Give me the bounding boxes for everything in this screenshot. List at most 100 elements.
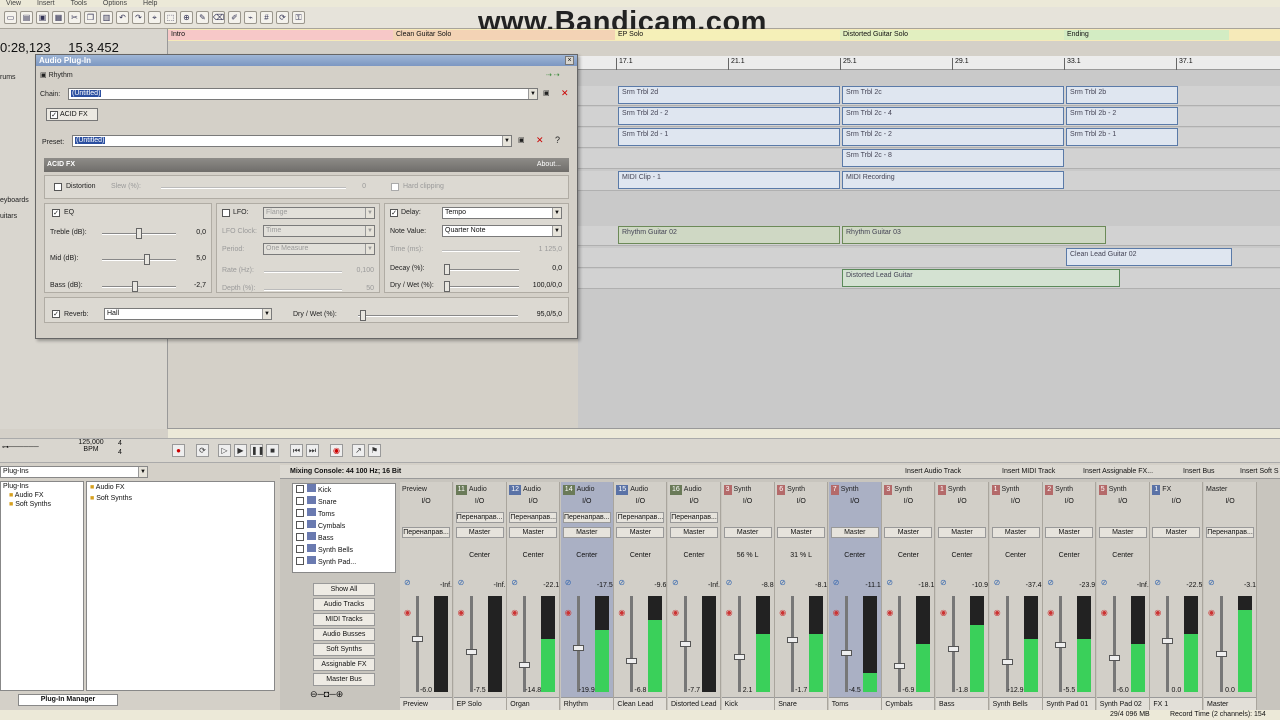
pan-value[interactable]: Center [882, 552, 934, 559]
volume-fader[interactable] [787, 596, 799, 692]
copy-icon[interactable]: ❐ [84, 11, 97, 24]
chain-field[interactable]: (Untitled) ▼ [68, 88, 538, 100]
slew-slider[interactable] [161, 187, 346, 189]
insert-bus-button[interactable]: Insert Bus [1183, 465, 1215, 479]
tree-item-plugins[interactable]: Plug-Ins [1, 482, 83, 491]
clip-event[interactable]: Srm Trbl 2d - 1 [618, 128, 840, 146]
mixer-track-list-item[interactable]: Bass [293, 532, 395, 544]
io-button[interactable]: I/O [454, 498, 506, 505]
note-value-select[interactable]: Quarter Note ▼ [442, 225, 562, 237]
redo-icon[interactable]: ↷ [132, 11, 145, 24]
strip-track-name[interactable]: Snare [775, 697, 828, 710]
strip-track-name[interactable]: Distorted Lead [668, 697, 720, 710]
volume-fader[interactable] [1108, 596, 1120, 692]
pan-value[interactable]: Center [454, 552, 506, 559]
output-routing[interactable]: Перенаправ... [1206, 527, 1254, 538]
audio-clip[interactable]: Rhythm Guitar 03 [842, 226, 1106, 244]
zoom-tool-icon[interactable]: ⊕ [180, 11, 193, 24]
track-visibility-checkbox[interactable] [296, 545, 304, 553]
output-routing[interactable]: Master [884, 527, 933, 538]
plugin-chain-icon[interactable]: ⇢ ⇢ [546, 71, 560, 79]
mixer-view-soft-synths-button[interactable]: Soft Synths [313, 643, 375, 656]
decay-slider[interactable] [444, 264, 519, 275]
mixer-track-list-item[interactable]: Cymbals [293, 520, 395, 532]
mixer-view-assignable-fx-button[interactable]: Assignable FX [313, 658, 375, 671]
marker-distorted-guitar-solo[interactable]: Distorted Guitar Solo [840, 30, 1064, 40]
treble-slider[interactable] [102, 228, 176, 239]
save-icon[interactable]: ▣ [36, 11, 49, 24]
io-button[interactable]: I/O [882, 498, 934, 505]
track-visibility-checkbox[interactable] [296, 497, 304, 505]
midi-clip[interactable]: MIDI Clip - 1 [618, 171, 840, 189]
eq-checkbox[interactable]: ✓ [52, 209, 60, 217]
volume-fader[interactable] [733, 596, 745, 692]
strip-track-name[interactable]: Organ [507, 697, 560, 710]
undo-icon[interactable]: ↶ [116, 11, 129, 24]
delay-select[interactable]: Tempo ▼ [442, 207, 562, 219]
fx-icon[interactable]: ⊘ [565, 578, 572, 587]
clip-event[interactable]: Srm Trbl 2c - 2 [842, 128, 1064, 146]
marker-clean-guitar-solo[interactable]: Clean Guitar Solo [393, 30, 615, 40]
open-icon[interactable]: ▤ [20, 11, 33, 24]
track-label-guitars[interactable]: uitars [0, 213, 17, 220]
insert-assignable-fx-button[interactable]: Insert Assignable FX... [1083, 465, 1153, 479]
mixer-zoom-control[interactable]: ⊖─◘─⊕ [310, 689, 343, 700]
track-label-drums[interactable]: rums [0, 74, 16, 81]
clip-event[interactable]: Srm Trbl 2d [618, 86, 840, 104]
lock-icon[interactable]: ⚿ [292, 11, 305, 24]
mixer-track-list-item[interactable]: Snare [293, 496, 395, 508]
reverb-drywet-slider[interactable] [358, 310, 518, 321]
paste-icon[interactable]: ▥ [100, 11, 113, 24]
io-button[interactable]: I/O [775, 498, 827, 505]
drywet-slider[interactable] [444, 281, 519, 292]
send-routing[interactable]: Перенаправ... [509, 512, 558, 523]
insert-audio-track-button[interactable]: Insert Audio Track [905, 465, 961, 479]
menu-options[interactable]: Options [103, 0, 127, 7]
distortion-checkbox[interactable] [54, 183, 62, 191]
pan-value[interactable]: Center [561, 552, 613, 559]
record-arm-icon[interactable]: ◉ [833, 608, 840, 617]
strip-header[interactable]: 1 Synth [991, 485, 1040, 495]
hard-clipping-checkbox[interactable] [391, 183, 399, 191]
output-routing[interactable]: Master [616, 527, 665, 538]
io-button[interactable]: I/O [561, 498, 613, 505]
io-button[interactable]: I/O [722, 498, 774, 505]
record-arm-icon[interactable]: ◉ [779, 608, 786, 617]
tab-acid-fx[interactable]: ✓ ACID FX [46, 108, 98, 121]
output-routing[interactable]: Master [562, 527, 611, 538]
menu-tools[interactable]: Tools [71, 0, 87, 7]
track-visibility-checkbox[interactable] [296, 533, 304, 541]
strip-header[interactable]: 14 Audio [562, 485, 611, 495]
fx-icon[interactable]: ⊘ [1208, 578, 1215, 587]
fx-icon[interactable]: ⊘ [672, 578, 679, 587]
io-button[interactable]: I/O [1043, 498, 1095, 505]
folder-soft-synths[interactable]: ■ Soft Synths [87, 493, 274, 504]
pan-value[interactable]: 56 % L [722, 552, 774, 559]
stop-icon[interactable]: ■ [266, 444, 279, 457]
play-from-start-icon[interactable]: ▷ [218, 444, 231, 457]
volume-fader[interactable] [1001, 596, 1013, 692]
marker-intro[interactable]: Intro [168, 30, 393, 40]
io-button[interactable]: I/O [1097, 498, 1149, 505]
save-chain-icon[interactable]: ▣ [543, 89, 550, 97]
strip-track-name[interactable]: Cymbals [882, 697, 935, 710]
strip-track-name[interactable]: Master [1204, 697, 1256, 710]
track-label-keyboards[interactable]: eyboards [0, 197, 29, 204]
rate-slider[interactable] [264, 271, 342, 273]
fx-icon[interactable]: ⊘ [618, 578, 625, 587]
strip-header[interactable]: 1 Synth [938, 485, 986, 495]
record-arm-icon[interactable]: ◉ [940, 608, 947, 617]
output-routing[interactable]: Master [455, 527, 504, 538]
loop-icon[interactable]: ⟳ [276, 11, 289, 24]
output-routing[interactable]: Master [670, 527, 718, 538]
record-arm-icon[interactable]: ◉ [726, 608, 733, 617]
io-button[interactable]: I/O [936, 498, 988, 505]
io-button[interactable]: I/O [668, 498, 720, 505]
preset-field[interactable]: (Untitled) ▼ [72, 135, 512, 147]
send-routing[interactable]: Перенаправ... [670, 512, 718, 523]
track-visibility-checkbox[interactable] [296, 509, 304, 517]
track-visibility-checkbox[interactable] [296, 521, 304, 529]
fx-icon[interactable]: ⊘ [404, 578, 411, 587]
delete-preset-icon[interactable]: ✕ [536, 135, 544, 146]
snap-icon[interactable]: ⌁ [244, 11, 257, 24]
